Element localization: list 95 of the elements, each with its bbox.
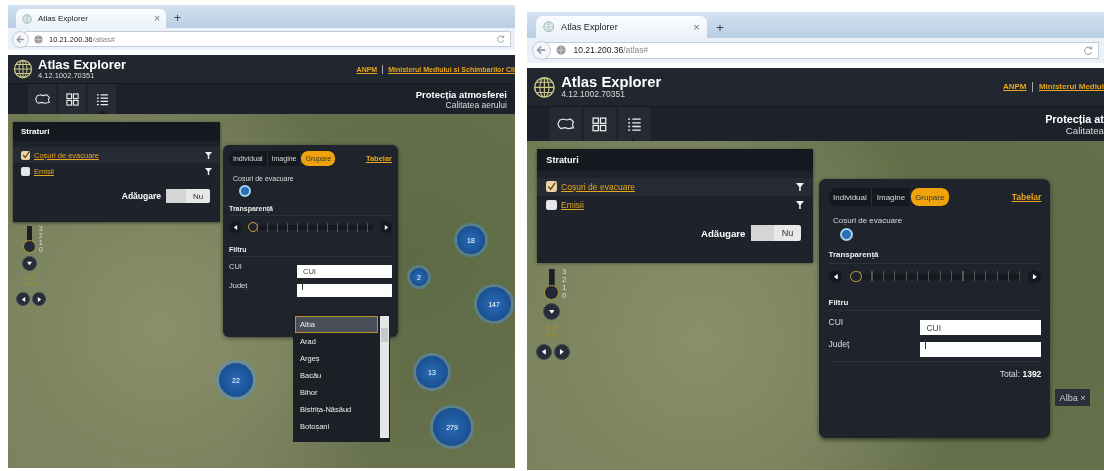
back-arrow-icon	[16, 34, 25, 44]
zoom-level-label: 2	[562, 275, 567, 284]
caret-down-icon	[27, 261, 32, 266]
slider-thumb[interactable]	[850, 270, 862, 283]
caret-left-icon	[541, 349, 547, 355]
add-label: Adăugare	[700, 227, 746, 239]
caret-left-icon	[232, 224, 238, 230]
decrease-button[interactable]	[229, 221, 241, 233]
toggle-switch[interactable]: Nu	[751, 225, 802, 242]
globe-icon	[34, 34, 43, 44]
app-version: 4.12.1002.70351	[561, 89, 626, 100]
map-outline-button[interactable]	[28, 84, 56, 114]
pan-left-button[interactable]	[536, 343, 552, 360]
globe-icon	[556, 45, 567, 56]
back-button[interactable]	[12, 30, 29, 48]
point-symbol-icon	[239, 185, 251, 197]
section-title: Filtru	[828, 289, 1042, 312]
zoom-thumb[interactable]	[544, 284, 559, 300]
caret-right-icon	[1031, 273, 1038, 280]
theme-subtitle: Calitatea aerului	[445, 99, 507, 110]
caret-left-icon	[832, 273, 839, 280]
header-link[interactable]: Ministerul Mediul	[1039, 82, 1104, 92]
layer-link[interactable]: Emisii	[561, 199, 792, 210]
checkbox[interactable]	[546, 181, 557, 192]
style-tab[interactable]: Grupare	[910, 188, 950, 207]
list-button[interactable]	[618, 107, 650, 142]
zoom-thumb[interactable]	[23, 240, 36, 253]
scrollbar[interactable]	[380, 316, 389, 438]
input-field[interactable]	[297, 284, 392, 297]
checkbox[interactable]	[21, 166, 30, 176]
map-outline-icon	[33, 93, 51, 105]
grid-button[interactable]	[58, 84, 86, 114]
pan-left-button[interactable]	[16, 292, 30, 306]
globe-icon	[532, 75, 556, 99]
app-title: Atlas Explorer	[561, 74, 662, 90]
style-tab[interactable]: Individual	[828, 188, 873, 207]
header-link[interactable]: ANPM	[1003, 82, 1027, 92]
globe-icon	[542, 21, 555, 33]
zoom-out-button[interactable]	[22, 256, 37, 271]
theme-subtitle: Calitatea	[1065, 124, 1104, 136]
increase-button[interactable]	[1027, 269, 1042, 284]
app-title: Atlas Explorer	[38, 58, 127, 71]
zoom-level-label: 0	[562, 291, 567, 300]
panel-title: Straturi	[13, 122, 220, 141]
increase-button[interactable]	[380, 221, 392, 233]
point-symbol-icon	[839, 228, 853, 242]
theme-title: Protecția atmosferei	[415, 88, 507, 100]
list-button[interactable]	[88, 84, 116, 114]
input-field[interactable]	[919, 341, 1042, 357]
map-outline-button[interactable]	[549, 107, 582, 142]
back-button[interactable]	[531, 40, 551, 61]
pan-right-button[interactable]	[554, 343, 571, 360]
zoom-level-label: 3	[562, 267, 567, 276]
map-outline-icon	[556, 117, 576, 132]
caret-right-icon	[36, 296, 42, 302]
globe-icon	[13, 59, 33, 79]
grid-icon	[65, 92, 79, 106]
style-tab[interactable]: Imagine	[872, 188, 911, 207]
close-tab-button[interactable]: ×	[154, 13, 160, 24]
close-tab-button[interactable]: ×	[693, 21, 700, 34]
new-tab-button[interactable]: +	[715, 19, 724, 35]
browser-tab[interactable]: Atlas Explorer ×	[536, 16, 707, 38]
filter-chip[interactable]: Alba ×	[1055, 389, 1091, 407]
reload-icon[interactable]	[1083, 45, 1093, 56]
caret-right-icon	[559, 349, 566, 355]
list-icon	[626, 116, 642, 132]
list-icon	[95, 92, 109, 106]
toggle-switch[interactable]: Nu	[166, 189, 210, 203]
caret-left-icon	[20, 296, 26, 302]
panel-title: Straturi	[537, 149, 813, 171]
globe-icon	[22, 13, 32, 24]
section-title: Transparență	[828, 242, 1042, 264]
caret-down-icon	[548, 308, 555, 315]
address-field[interactable]: 10.21.200.36/atlas#	[546, 41, 1100, 60]
back-arrow-icon	[536, 45, 547, 56]
legend-label: Coșuri de evacuare	[833, 216, 903, 226]
table-link[interactable]: Tabelar	[1011, 192, 1042, 203]
pan-right-button[interactable]	[32, 292, 46, 306]
input-field[interactable]: CUI	[919, 320, 1042, 336]
checkbox[interactable]	[546, 199, 557, 210]
decrease-button[interactable]	[828, 269, 843, 284]
checkbox[interactable]	[21, 150, 30, 160]
total-count: Total: 1392	[828, 361, 1042, 380]
caret-right-icon	[383, 224, 389, 230]
field-label: Județ	[828, 338, 851, 349]
add-label: Adăugare	[121, 191, 161, 201]
theme-title: Protecția at	[1045, 112, 1104, 125]
grid-icon	[592, 116, 608, 132]
grid-button[interactable]	[583, 107, 616, 142]
zoom-out-button[interactable]	[542, 302, 560, 321]
slider-thumb[interactable]	[248, 222, 258, 232]
new-tab-button[interactable]: +	[174, 11, 181, 25]
zoom-level-label: 1	[562, 283, 567, 292]
browser-tab[interactable]: Atlas Explorer ×	[16, 9, 166, 28]
field-label: CUI	[828, 317, 845, 328]
